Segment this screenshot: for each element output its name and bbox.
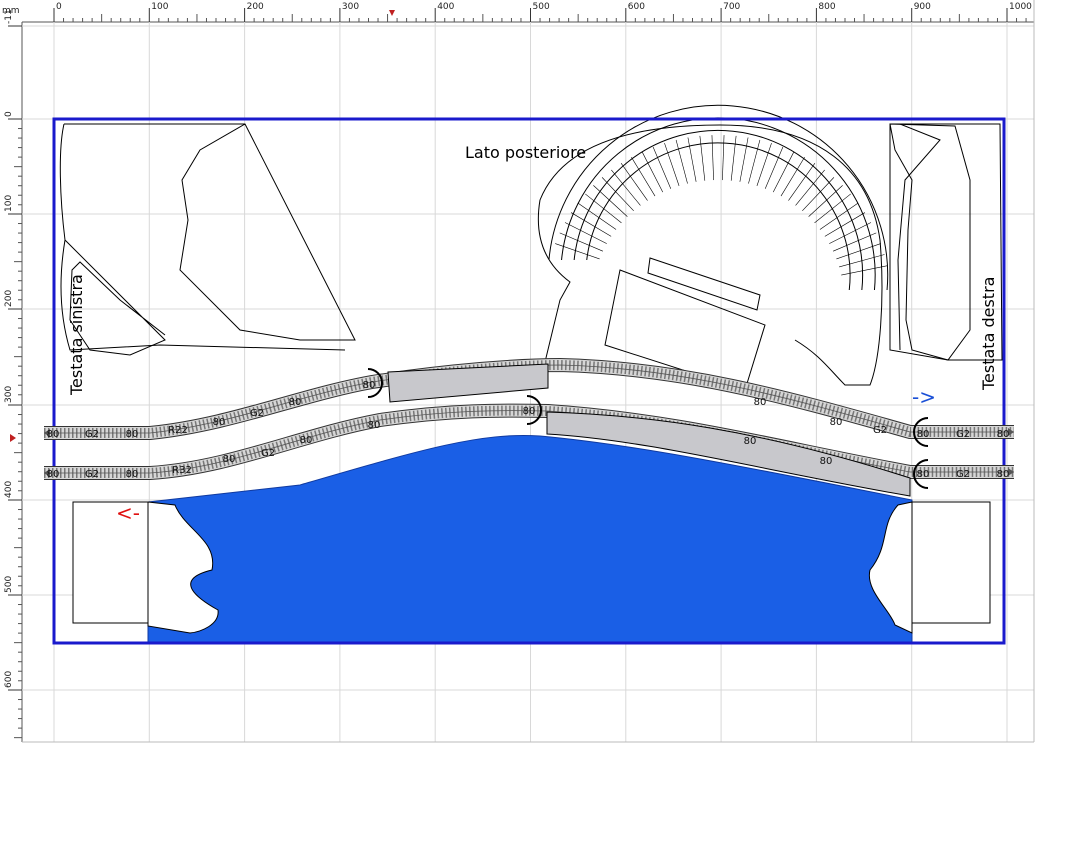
amphitheater — [537, 104, 889, 391]
track-segment-label: 80 — [997, 469, 1010, 480]
track-segment-label: 80 — [47, 429, 60, 440]
track-segment-label: G2 — [956, 429, 970, 440]
top-ruler-label: 400 — [437, 2, 454, 12]
track-segment-label: 80 — [820, 456, 833, 467]
track-segment-label: 80 — [917, 429, 930, 440]
track-segment-label: 80 — [744, 436, 757, 447]
track-segment-label: 80 — [126, 469, 139, 480]
top-ruler-label: 100 — [151, 2, 168, 12]
track-segment-label: G2 — [956, 469, 970, 480]
left-ruler-label: 400 — [4, 481, 14, 498]
track-segment-label: G2 — [85, 429, 99, 440]
track-segment-label: R22 — [168, 425, 188, 436]
right-side-box — [911, 501, 991, 624]
track-segment-label: G2 — [250, 408, 264, 419]
top-ruler-label: 1000 — [1009, 2, 1032, 12]
track-segment-label: 80 — [223, 454, 236, 465]
track-segment-label: 80 — [213, 417, 226, 428]
back-side-label: Lato posteriore — [465, 143, 586, 162]
left-direction-arrow: <- — [116, 501, 140, 525]
top-ruler-label: 200 — [247, 2, 264, 12]
left-side-label: Testata sinistra — [67, 274, 86, 396]
top-ruler-label: 500 — [533, 2, 550, 12]
left-ruler-label: 200 — [4, 290, 14, 307]
track-segment-label: 80 — [300, 435, 313, 446]
left-ruler-label: 500 — [4, 576, 14, 593]
track-segment-label: 80 — [917, 469, 930, 480]
track-segment-label: G2 — [261, 448, 275, 459]
top-ruler-label: 600 — [628, 2, 645, 12]
track-segment-label: 80 — [523, 406, 536, 417]
track-segment-label: 80 — [368, 420, 381, 431]
top-ruler-label: 700 — [723, 2, 740, 12]
left-ruler-label: 300 — [4, 386, 14, 403]
top-ruler: mm 0 100 200 300 400 500 600 700 800 900 1000 — [0, 0, 1034, 23]
right-side-label: Testata destra — [979, 277, 998, 391]
top-ruler-label: 300 — [342, 2, 359, 12]
track-segment-label: 80 — [289, 397, 302, 408]
right-direction-arrow: -> — [912, 385, 936, 409]
top-ruler-label: 900 — [914, 2, 931, 12]
track-segment-label: 80 — [126, 429, 139, 440]
left-ruler-label: 0 — [4, 111, 14, 117]
track-segment-label: 80 — [997, 429, 1010, 440]
track-segment-label: 80 — [830, 417, 843, 428]
left-ruler-label: -11 — [4, 9, 14, 24]
track-segment-label: G2 — [873, 425, 887, 436]
top-ruler-label: 0 — [56, 2, 62, 12]
track-segment-label: 80 — [363, 380, 376, 391]
track-segment-label: R32 — [172, 465, 192, 476]
top-ruler-label: 800 — [818, 2, 835, 12]
layout-canvas: mm 0 100 200 300 400 500 600 700 800 900 1000 -110… — [0, 0, 1035, 743]
left-ruler: -11 0 100 200 300 400 500 600 — [0, 9, 23, 742]
left-ruler-label: 600 — [4, 671, 14, 688]
track-segment-label: G2 — [85, 469, 99, 480]
left-ruler-label: 100 — [4, 195, 14, 212]
track-segment-label: 80 — [754, 397, 767, 408]
track-segment-label: 80 — [47, 469, 60, 480]
